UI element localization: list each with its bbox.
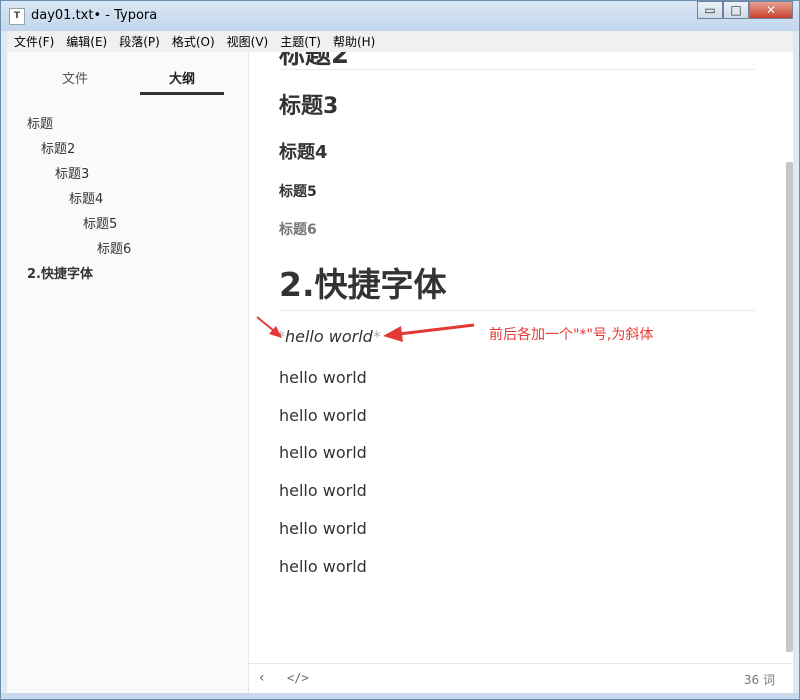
source-code-mode-icon[interactable]: </> (287, 671, 309, 685)
outline-item-heading2[interactable]: 标题2 (41, 138, 75, 157)
toggle-sidebar-icon[interactable]: ‹ (259, 670, 265, 686)
window-title: day01.txt• - Typora (31, 8, 158, 23)
active-tab-indicator (140, 92, 224, 95)
window-bottom-border (1, 693, 799, 699)
paragraph: hello world (279, 368, 367, 387)
close-button[interactable]: ✕ (749, 1, 793, 19)
italic-paragraph: *hello world* (277, 327, 381, 346)
heading-6: 标题6 (279, 222, 317, 238)
outline-item-heading3[interactable]: 标题3 (55, 163, 89, 182)
paragraph: hello world (279, 519, 367, 538)
menu-edit[interactable]: 编辑(E) (59, 33, 112, 50)
editor[interactable]: 标题2 标题3 标题4 标题5 标题6 2.快捷字体 *hello world* (249, 52, 793, 663)
menu-paragraph[interactable]: 段落(P) (112, 33, 165, 50)
outline-item-heading6[interactable]: 标题6 (97, 238, 131, 257)
window-controls: ▭ □ ✕ (697, 1, 793, 21)
sidebar: 文件 大纲 标题 标题2 标题3 标题4 标题5 标题6 2.快捷字体 (7, 52, 249, 693)
heading-2: 2.快捷字体 (279, 265, 447, 304)
outline-item-heading5[interactable]: 标题5 (83, 213, 117, 232)
outline-item-quick-fonts[interactable]: 2.快捷字体 (27, 263, 93, 282)
paragraph: hello world (279, 443, 367, 462)
menu-bar: 文件(F) 编辑(E) 段落(P) 格式(O) 视图(V) 主题(T) 帮助(H… (7, 31, 793, 52)
italic-marker-open: * (277, 327, 285, 346)
paragraph: hello world (279, 481, 367, 500)
outline-item-heading4[interactable]: 标题4 (69, 188, 103, 207)
italic-text: hello world (285, 327, 373, 346)
tab-files[interactable]: 文件 (33, 68, 117, 87)
heading-5: 标题5 (279, 184, 317, 200)
outline-item-heading1[interactable]: 标题 (27, 113, 53, 132)
menu-theme[interactable]: 主题(T) (273, 33, 326, 50)
heading-divider (279, 310, 755, 311)
paragraph: hello world (279, 406, 367, 425)
menu-file[interactable]: 文件(F) (7, 33, 59, 50)
italic-marker-close: * (372, 327, 381, 346)
heading-3: 标题3 (279, 94, 339, 119)
menu-help[interactable]: 帮助(H) (326, 33, 380, 50)
vertical-scrollbar[interactable] (786, 162, 793, 652)
app-window: T day01.txt• - Typora ▭ □ ✕ 文件(F) 编辑(E) … (0, 0, 800, 700)
typora-app-icon: T (9, 8, 25, 25)
heading-divider (279, 69, 755, 70)
tab-outline[interactable]: 大纲 (140, 68, 224, 87)
arrow-right-icon (383, 323, 475, 342)
paragraph: hello world (279, 557, 367, 576)
menu-format[interactable]: 格式(O) (165, 33, 220, 50)
title-bar[interactable]: T day01.txt• - Typora ▭ □ ✕ (1, 1, 799, 31)
annotation-note: 前后各加一个"*"号,为斜体 (489, 327, 654, 343)
maximize-button[interactable]: □ (723, 1, 749, 19)
minimize-button[interactable]: ▭ (697, 1, 723, 19)
status-bar: ‹ </> 36 词 (249, 663, 793, 694)
word-count[interactable]: 36 词 (744, 671, 775, 688)
menu-view[interactable]: 视图(V) (220, 33, 274, 50)
client-area: 文件 大纲 标题 标题2 标题3 标题4 标题5 标题6 2.快捷字体 标题2 … (7, 52, 793, 694)
heading-4: 标题4 (279, 142, 328, 163)
